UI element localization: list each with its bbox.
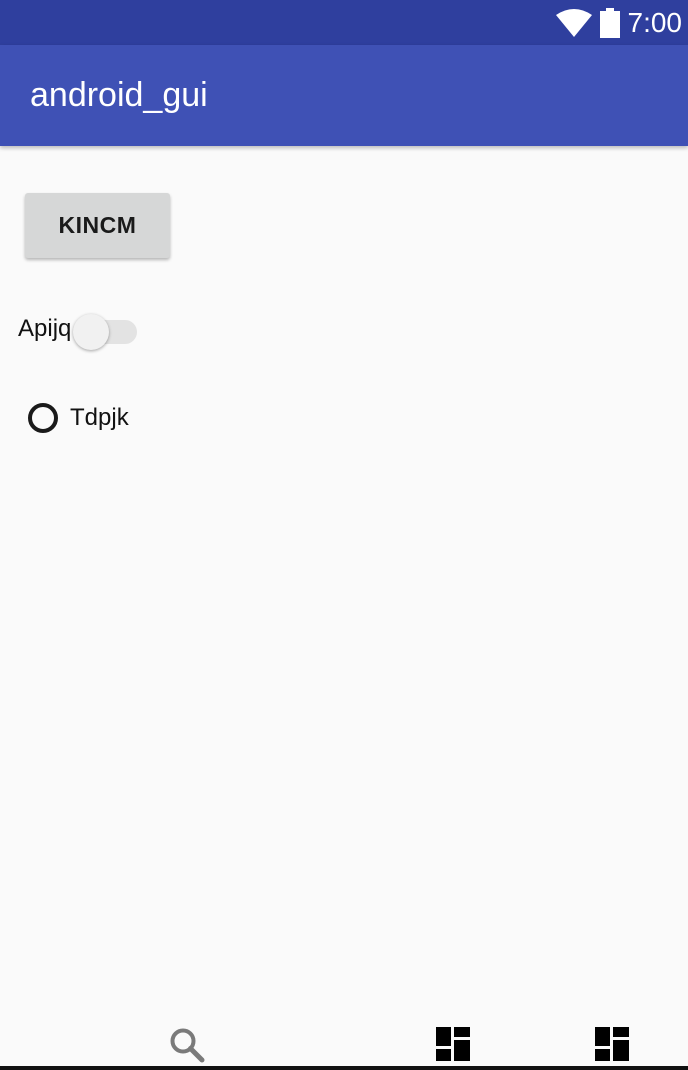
toggle-switch[interactable] (71, 309, 139, 350)
battery-icon (599, 7, 620, 38)
status-time: 7:00 (627, 7, 683, 38)
bottom-divider (0, 1066, 688, 1070)
switch-row[interactable]: Apijq (18, 305, 139, 353)
status-icons: 7:00 (555, 0, 683, 45)
app-bar: android_gui (0, 45, 688, 146)
android-screen: 7:00 android_gui KINCM Apijq Tdpjk (0, 0, 688, 1070)
radio-label: Tdpjk (70, 404, 129, 431)
radio-button[interactable] (28, 403, 58, 433)
status-bar: 7:00 (0, 0, 688, 45)
bottom-bar (0, 1010, 688, 1070)
dashboard-icon[interactable] (595, 1027, 629, 1061)
search-icon[interactable] (168, 1026, 206, 1064)
dashboard-icon[interactable] (436, 1027, 470, 1061)
wifi-icon (555, 8, 592, 37)
switch-thumb (73, 314, 110, 350)
switch-label: Apijq (18, 315, 72, 342)
radio-row[interactable]: Tdpjk (28, 396, 129, 440)
kincm-button[interactable]: KINCM (25, 193, 170, 258)
app-title: android_gui (30, 76, 208, 114)
